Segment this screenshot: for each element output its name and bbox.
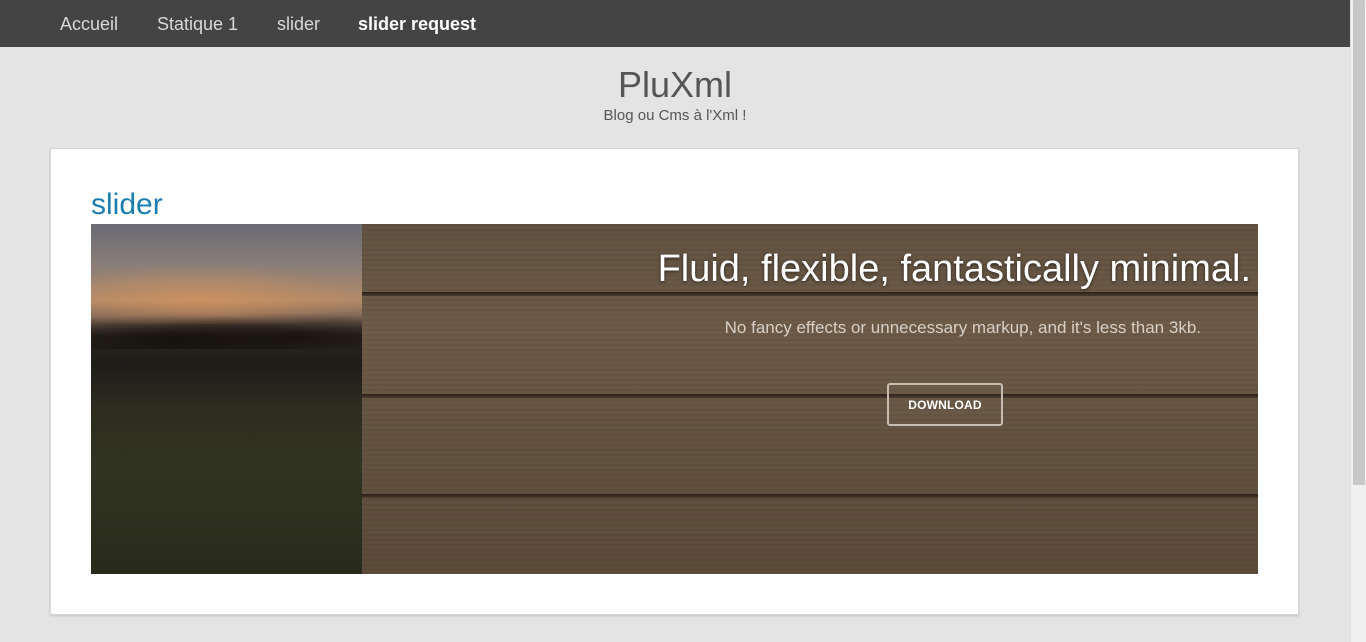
plank-seam — [362, 394, 1258, 398]
nav-item-accueil[interactable]: Accueil — [60, 12, 118, 36]
site-description: Blog ou Cms à l'Xml ! — [603, 107, 747, 124]
download-button[interactable]: DOWNLOAD — [887, 383, 1003, 426]
site-title[interactable]: PluXml — [0, 64, 1350, 106]
image-slider[interactable]: Fluid, flexible, fantastically minimal. … — [91, 224, 1258, 574]
tree-line — [91, 309, 362, 349]
nav-item-statique-1[interactable]: Statique 1 — [157, 12, 238, 36]
content-card: slider Fluid, flexible, fantastically mi… — [50, 148, 1299, 615]
scrollbar-thumb[interactable] — [1353, 0, 1365, 485]
top-navigation-bar: Accueil Statique 1 slider slider request — [0, 0, 1350, 47]
vertical-scrollbar[interactable] — [1350, 0, 1366, 642]
slide-subtitle: No fancy effects or unnecessary markup, … — [724, 318, 1201, 337]
nav-item-slider[interactable]: slider — [277, 12, 320, 36]
nav-item-slider-request[interactable]: slider request — [358, 12, 476, 36]
page-heading[interactable]: slider — [91, 187, 163, 223]
field-sunset-image — [91, 224, 362, 574]
slide-title: Fluid, flexible, fantastically minimal. — [657, 248, 1251, 290]
plank-seam — [362, 494, 1258, 498]
plank-seam — [362, 292, 1258, 296]
